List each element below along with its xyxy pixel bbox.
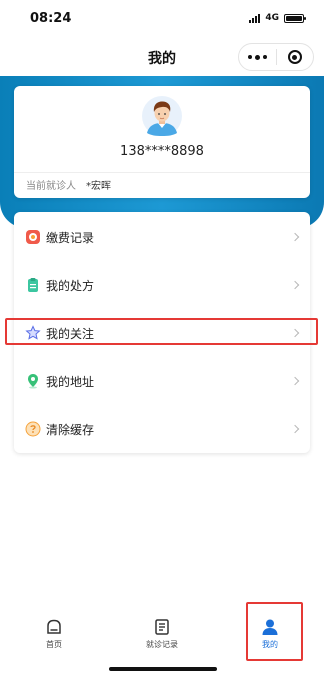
menu-item-label: 我的处方 (46, 278, 95, 293)
clear-cache-icon (25, 421, 41, 437)
chevron-right-icon (290, 280, 300, 290)
status-bar: 08:24 4G (0, 0, 324, 40)
tab-label: 首页 (46, 640, 62, 649)
current-patient-name: *宏晖 (86, 181, 111, 192)
menu-item-prescriptions[interactable]: 我的处方 (14, 261, 310, 309)
nav-bar: 我的 (0, 40, 324, 76)
network-type: 4G (265, 13, 279, 23)
menu-item-clear-cache[interactable]: 清除缓存 (14, 405, 310, 453)
chevron-right-icon (290, 424, 300, 434)
menu-item-my-address[interactable]: 我的地址 (14, 357, 310, 405)
screen: 08:24 4G 我的 138****8898 当前就诊人 *宏晖 缴费记录 我… (0, 0, 324, 678)
status-indicators: 4G (249, 13, 306, 23)
chevron-right-icon (290, 232, 300, 242)
close-icon[interactable] (277, 44, 313, 70)
tab-home[interactable]: 首页 (0, 610, 108, 658)
current-patient-label: 当前就诊人 (26, 181, 76, 192)
menu-item-payment-records[interactable]: 缴费记录 (14, 213, 310, 261)
home-icon (47, 619, 61, 634)
signal-icon (249, 13, 261, 23)
profile-card[interactable]: 138****8898 当前就诊人 *宏晖 (14, 86, 310, 198)
mini-program-capsule (238, 43, 314, 71)
highlight-box-tab-mine (246, 602, 303, 661)
card-divider (14, 172, 310, 173)
menu-item-label: 清除缓存 (46, 422, 95, 437)
chevron-right-icon (290, 376, 300, 386)
more-icon[interactable] (239, 44, 276, 70)
menu-item-label: 我的地址 (46, 374, 95, 389)
menu-item-label: 缴费记录 (46, 230, 95, 245)
prescription-icon (28, 278, 38, 292)
tab-visit-records[interactable]: 就诊记录 (108, 610, 216, 658)
records-icon (155, 619, 169, 635)
highlight-box-my-follows (5, 318, 318, 345)
battery-icon (284, 13, 306, 23)
avatar[interactable] (142, 96, 182, 136)
user-phone: 138****8898 (120, 144, 204, 159)
payment-record-icon (26, 230, 40, 244)
current-patient-row[interactable]: 当前就诊人 *宏晖 (26, 177, 111, 192)
location-pin-icon (28, 374, 38, 389)
home-indicator (109, 667, 217, 671)
status-time: 08:24 (30, 11, 72, 26)
tab-label: 就诊记录 (146, 640, 178, 649)
